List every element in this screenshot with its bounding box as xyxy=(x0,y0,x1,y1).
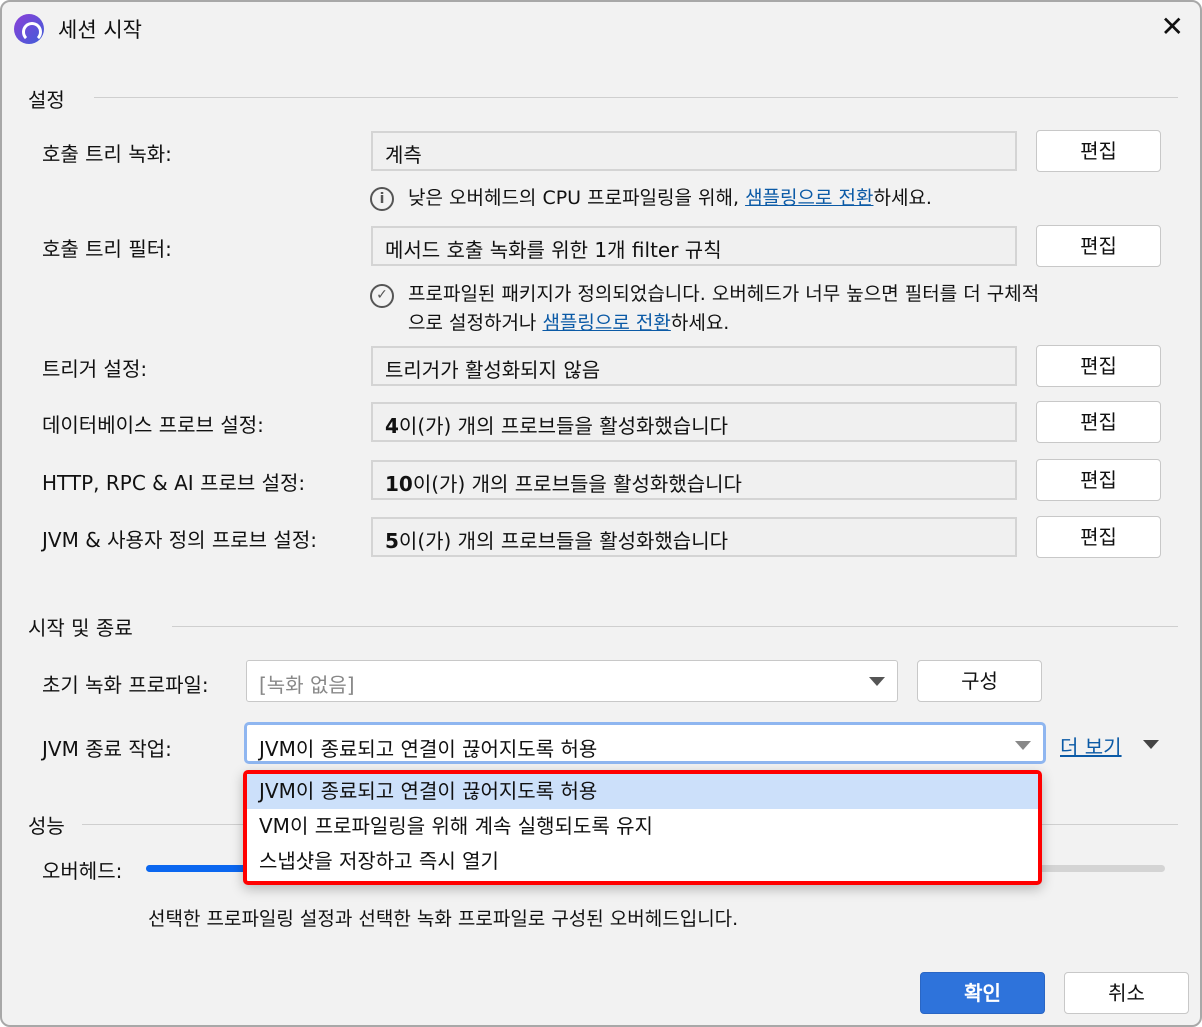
switch-sampling-link-2[interactable]: 샘플링으로 전환 xyxy=(542,312,670,334)
note-text: 프로파일된 패키지가 정의되었습니다. 오버헤드가 너무 높으면 필터를 더 구… xyxy=(408,283,1040,305)
dropdown-option[interactable]: JVM이 종료되고 연결이 끊어지도록 허용 xyxy=(247,774,1038,809)
select-value: [녹화 없음] xyxy=(259,673,355,697)
setting-value: 메서드 호출 녹화를 위한 1개 filter 규칙 xyxy=(385,238,722,262)
setting-label: 데이터베이스 프로브 설정: xyxy=(42,413,264,437)
edit-button[interactable]: 편집 xyxy=(1036,516,1161,558)
setting-value-field: 트리거가 활성화되지 않음 xyxy=(371,346,1017,386)
setting-value: 이(가) 개의 프로브들을 활성화했습니다 xyxy=(398,529,728,553)
setting-value: 이(가) 개의 프로브들을 활성화했습니다 xyxy=(398,414,728,438)
edit-button[interactable]: 편집 xyxy=(1036,130,1161,172)
setting-value: 트리거가 활성화되지 않음 xyxy=(385,358,601,382)
more-link[interactable]: 더 보기 xyxy=(1060,731,1122,760)
divider xyxy=(172,626,1178,627)
cancel-button[interactable]: 취소 xyxy=(1064,972,1189,1014)
dropdown-option[interactable]: 스냅샷을 저장하고 즉시 열기 xyxy=(247,844,1038,879)
initial-profile-label: 초기 녹화 프로파일: xyxy=(42,673,209,697)
dropdown-option[interactable]: VM이 프로파일링을 위해 계속 실행되도록 유지 xyxy=(247,809,1038,844)
edit-button[interactable]: 편집 xyxy=(1036,345,1161,387)
filter-note: 프로파일된 패키지가 정의되었습니다. 오버헤드가 너무 높으면 필터를 더 구… xyxy=(408,280,1039,338)
initial-profile-select[interactable]: [녹화 없음] xyxy=(246,660,898,702)
setting-label: HTTP, RPC & AI 프로브 설정: xyxy=(42,471,306,495)
edit-button[interactable]: 편집 xyxy=(1036,401,1161,443)
setting-value-field: 10이(가) 개의 프로브들을 활성화했습니다 xyxy=(371,460,1017,500)
setting-label: 호출 트리 필터: xyxy=(42,237,172,261)
chevron-down-icon xyxy=(869,677,885,686)
section-settings: 설정 xyxy=(28,88,65,112)
overhead-label: 오버헤드: xyxy=(42,859,123,883)
setting-label: JVM & 사용자 정의 프로브 설정: xyxy=(42,528,317,552)
overhead-description: 선택한 프로파일링 설정과 선택한 녹화 프로파일로 구성된 오버헤드입니다. xyxy=(148,908,739,930)
ok-button[interactable]: 확인 xyxy=(920,972,1045,1014)
setting-value-field: 계측 xyxy=(371,131,1017,171)
exit-action-select[interactable]: JVM이 종료되고 연결이 끊어지도록 허용 xyxy=(244,722,1046,764)
setting-value: 계측 xyxy=(385,143,422,167)
setting-label: 호출 트리 녹화: xyxy=(42,142,172,166)
dialog-title: 세션 시작 xyxy=(58,18,142,42)
exit-action-label: JVM 종료 작업: xyxy=(42,737,172,761)
probe-count: 5 xyxy=(385,529,399,553)
divider xyxy=(94,97,1178,98)
setting-value-field: 메서드 호출 녹화를 위한 1개 filter 규칙 xyxy=(371,226,1017,266)
select-value: JVM이 종료되고 연결이 끊어지도록 허용 xyxy=(259,737,598,761)
setting-value-field: 5이(가) 개의 프로브들을 활성화했습니다 xyxy=(371,517,1017,557)
exit-action-dropdown-list: JVM이 종료되고 연결이 끊어지도록 허용 VM이 프로파일링을 위해 계속 … xyxy=(243,770,1042,885)
setting-label: 트리거 설정: xyxy=(42,357,148,381)
note-text: 하세요. xyxy=(670,312,730,334)
chevron-down-icon xyxy=(1015,741,1031,750)
app-icon xyxy=(14,14,44,44)
setting-value: 이(가) 개의 프로브들을 활성화했습니다 xyxy=(412,472,742,496)
section-performance: 성능 xyxy=(28,814,65,838)
note-text: 으로 설정하거나 xyxy=(408,312,543,334)
note-text: 하세요. xyxy=(873,187,932,209)
session-start-dialog: 세션 시작 ✕ 설정 호출 트리 녹화: 계측 편집 호출 트리 필터: 메서드 … xyxy=(0,0,1202,1027)
probe-count: 4 xyxy=(385,414,399,438)
setting-value-field: 4이(가) 개의 프로브들을 활성화했습니다 xyxy=(371,402,1017,442)
info-note: 낮은 오버헤드의 CPU 프로파일링을 위해, 샘플링으로 전환하세요. xyxy=(408,184,932,213)
edit-button[interactable]: 편집 xyxy=(1036,225,1161,267)
switch-sampling-link[interactable]: 샘플링으로 전환 xyxy=(745,187,873,209)
section-start-stop: 시작 및 종료 xyxy=(28,616,133,640)
configure-button[interactable]: 구성 xyxy=(917,660,1042,702)
close-icon[interactable]: ✕ xyxy=(1161,10,1184,43)
note-text: 낮은 오버헤드의 CPU 프로파일링을 위해, xyxy=(408,187,746,209)
edit-button[interactable]: 편집 xyxy=(1036,459,1161,501)
more-dropdown-icon[interactable] xyxy=(1143,740,1159,749)
check-icon: ✓ xyxy=(370,284,394,308)
info-icon: i xyxy=(370,187,394,211)
probe-count: 10 xyxy=(385,472,413,496)
